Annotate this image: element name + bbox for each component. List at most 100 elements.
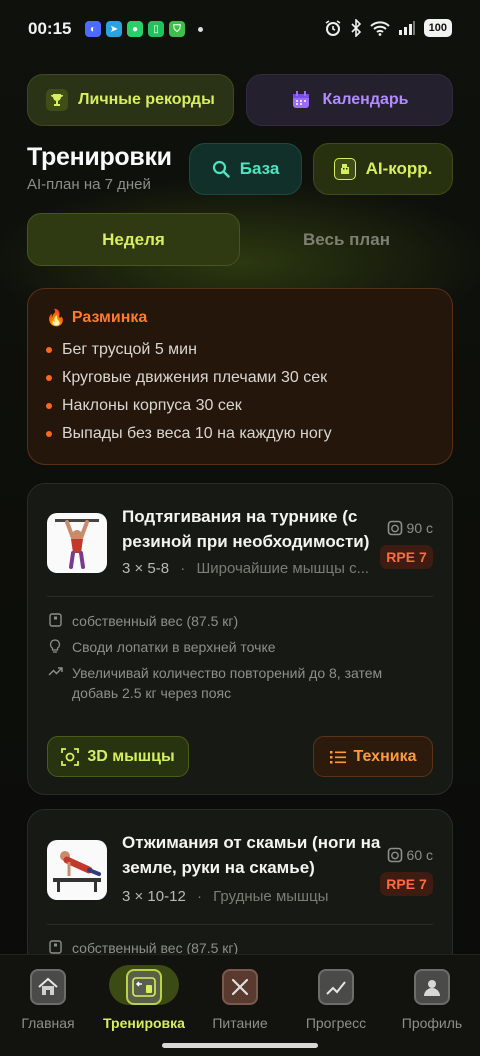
meta-separator: · [196, 888, 202, 905]
nav-item-workout[interactable]: Тренировка [96, 965, 192, 1035]
rest-time-value: 60 с [406, 847, 433, 863]
nav-label: Профиль [401, 1015, 463, 1031]
weight-text: собственный вес (87.5 кг) [72, 613, 239, 629]
status-bar: 00:15 ◐ ➤ ● ▯ ⛉ 100 [0, 0, 480, 58]
target-muscle: Грудные мышцы [213, 888, 329, 905]
nav-item-nutrition[interactable]: Питание [192, 965, 288, 1035]
trophy-icon [46, 89, 69, 111]
nav-item-progress[interactable]: Прогресс [288, 965, 384, 1035]
nutrition-icon [222, 969, 258, 1005]
tab-full-plan[interactable]: Весь план [240, 213, 453, 266]
bullet-icon [46, 347, 52, 353]
warmup-item-text: Бег трусцой 5 мин [62, 341, 197, 358]
exercise-thumbnail [47, 840, 107, 900]
warmup-title: Разминка [71, 309, 148, 326]
weight-info: собственный вес (87.5 кг) [47, 611, 238, 631]
target-muscle: Широчайшие мышцы с... [196, 560, 370, 577]
exercise-thumbnail [47, 513, 107, 573]
timer-icon [387, 520, 402, 536]
chat-app-icon: ● [127, 21, 143, 37]
rpe-badge: RPE 7 [380, 545, 433, 569]
exercise-base-label: База [239, 159, 280, 178]
bottom-navigation: Главная Тренировка Питание Прогресс Проф… [0, 954, 480, 1056]
rest-time: 90 с [387, 520, 433, 536]
ai-correction-button[interactable]: AI-корр. [313, 143, 453, 195]
weight-icon [47, 611, 63, 627]
calendar-label: Календарь [322, 91, 409, 108]
personal-records-label: Личные рекорды [78, 91, 215, 108]
exercise-name: Подтягивания на турнике (с резиной при н… [122, 507, 370, 551]
bullet-icon [46, 375, 52, 381]
vpn-shield-icon: ⛉ [169, 21, 185, 37]
page-subtitle: AI-план на 7 дней [27, 176, 151, 193]
battery-indicator: 100 [423, 19, 452, 37]
status-time: 00:15 [28, 19, 72, 38]
progression-info: Увеличивай количество повторений до 8, з… [47, 663, 427, 703]
fire-icon: 🔥 [46, 310, 66, 327]
nav-item-profile[interactable]: Профиль [384, 965, 480, 1035]
warmup-item-text: Выпады без веса 10 на каждую ногу [62, 425, 332, 442]
lightbulb-icon [47, 637, 63, 654]
exercise-card[interactable]: Подтягивания на турнике (с резиной при н… [27, 483, 453, 795]
nav-label: Тренировка [103, 1015, 185, 1031]
list-icon [329, 750, 346, 763]
sets-reps: 3 × 10-12 [122, 888, 186, 905]
bullet-icon [46, 431, 52, 437]
alarm-icon [325, 20, 341, 36]
progress-icon [318, 969, 354, 1005]
ai-correction-label: AI-корр. [365, 159, 433, 178]
tip-info: Своди лопатки в верхней точке [47, 637, 276, 657]
scan-body-icon [61, 747, 80, 766]
weight-icon [47, 938, 63, 954]
nav-label: Питание [212, 1015, 268, 1031]
warmup-item: Бег трусцой 5 мин [46, 341, 197, 359]
profile-icon [414, 969, 450, 1005]
warmup-item: Выпады без веса 10 на каждую ногу [46, 425, 332, 443]
warmup-item-text: Круговые движения плечами 30 сек [62, 369, 328, 386]
personal-records-button[interactable]: Личные рекорды [27, 74, 234, 126]
exercise-name: Отжимания от скамьи (ноги на земле, руки… [122, 833, 381, 877]
rest-time-value: 90 с [406, 520, 433, 536]
warmup-item: Наклоны корпуса 30 сек [46, 397, 242, 415]
telegram-app-icon: ➤ [106, 21, 122, 37]
warmup-card: 🔥 Разминка Бег трусцой 5 мин Круговые дв… [27, 288, 453, 465]
technique-button[interactable]: Техника [313, 736, 433, 777]
tab-week[interactable]: Неделя [27, 213, 240, 266]
muscles-3d-button[interactable]: 3D мышцы [47, 736, 189, 777]
rpe-badge: RPE 7 [380, 872, 433, 896]
tip-text: Своди лопатки в верхней точке [72, 639, 276, 655]
trending-up-icon [47, 663, 63, 677]
exercise-meta: 3 × 5-8 · Широчайшие мышцы с... [122, 560, 369, 577]
signal-icon [398, 21, 415, 35]
search-icon [212, 160, 230, 178]
exercise-base-button[interactable]: База [189, 143, 302, 195]
workout-icon [126, 969, 162, 1005]
warmup-header: 🔥 Разминка [46, 308, 147, 328]
plan-view-tabs: Неделя Весь план [27, 213, 453, 266]
status-app-icons: ◐ ➤ ● ▯ ⛉ [85, 21, 203, 37]
page-title: Тренировки [27, 143, 172, 171]
meta-separator: · [180, 560, 186, 577]
muscles-3d-label: 3D мышцы [87, 747, 175, 765]
messenger-app-icon: ◐ [85, 21, 101, 37]
ai-assistant-icon [333, 158, 356, 180]
status-system-icons: 100 [324, 19, 452, 37]
wifi-icon [369, 21, 390, 36]
notification-dot-icon [198, 26, 203, 32]
phone-app-icon: ▯ [148, 21, 164, 37]
sets-reps: 3 × 5-8 [122, 560, 170, 577]
calendar-icon [290, 89, 312, 111]
timer-icon [387, 847, 402, 863]
home-indicator [162, 1043, 318, 1048]
bluetooth-icon [351, 19, 361, 37]
progression-text: Увеличивай количество повторений до 8, з… [72, 665, 383, 701]
divider [47, 924, 433, 925]
exercise-meta: 3 × 10-12 · Грудные мышцы [122, 888, 328, 905]
nav-item-home[interactable]: Главная [0, 965, 96, 1035]
nav-label: Прогресс [305, 1015, 367, 1031]
bullet-icon [46, 403, 52, 409]
warmup-item: Круговые движения плечами 30 сек [46, 369, 327, 387]
rest-time: 60 с [387, 847, 433, 863]
warmup-item-text: Наклоны корпуса 30 сек [62, 397, 242, 414]
calendar-button[interactable]: Календарь [246, 74, 453, 126]
